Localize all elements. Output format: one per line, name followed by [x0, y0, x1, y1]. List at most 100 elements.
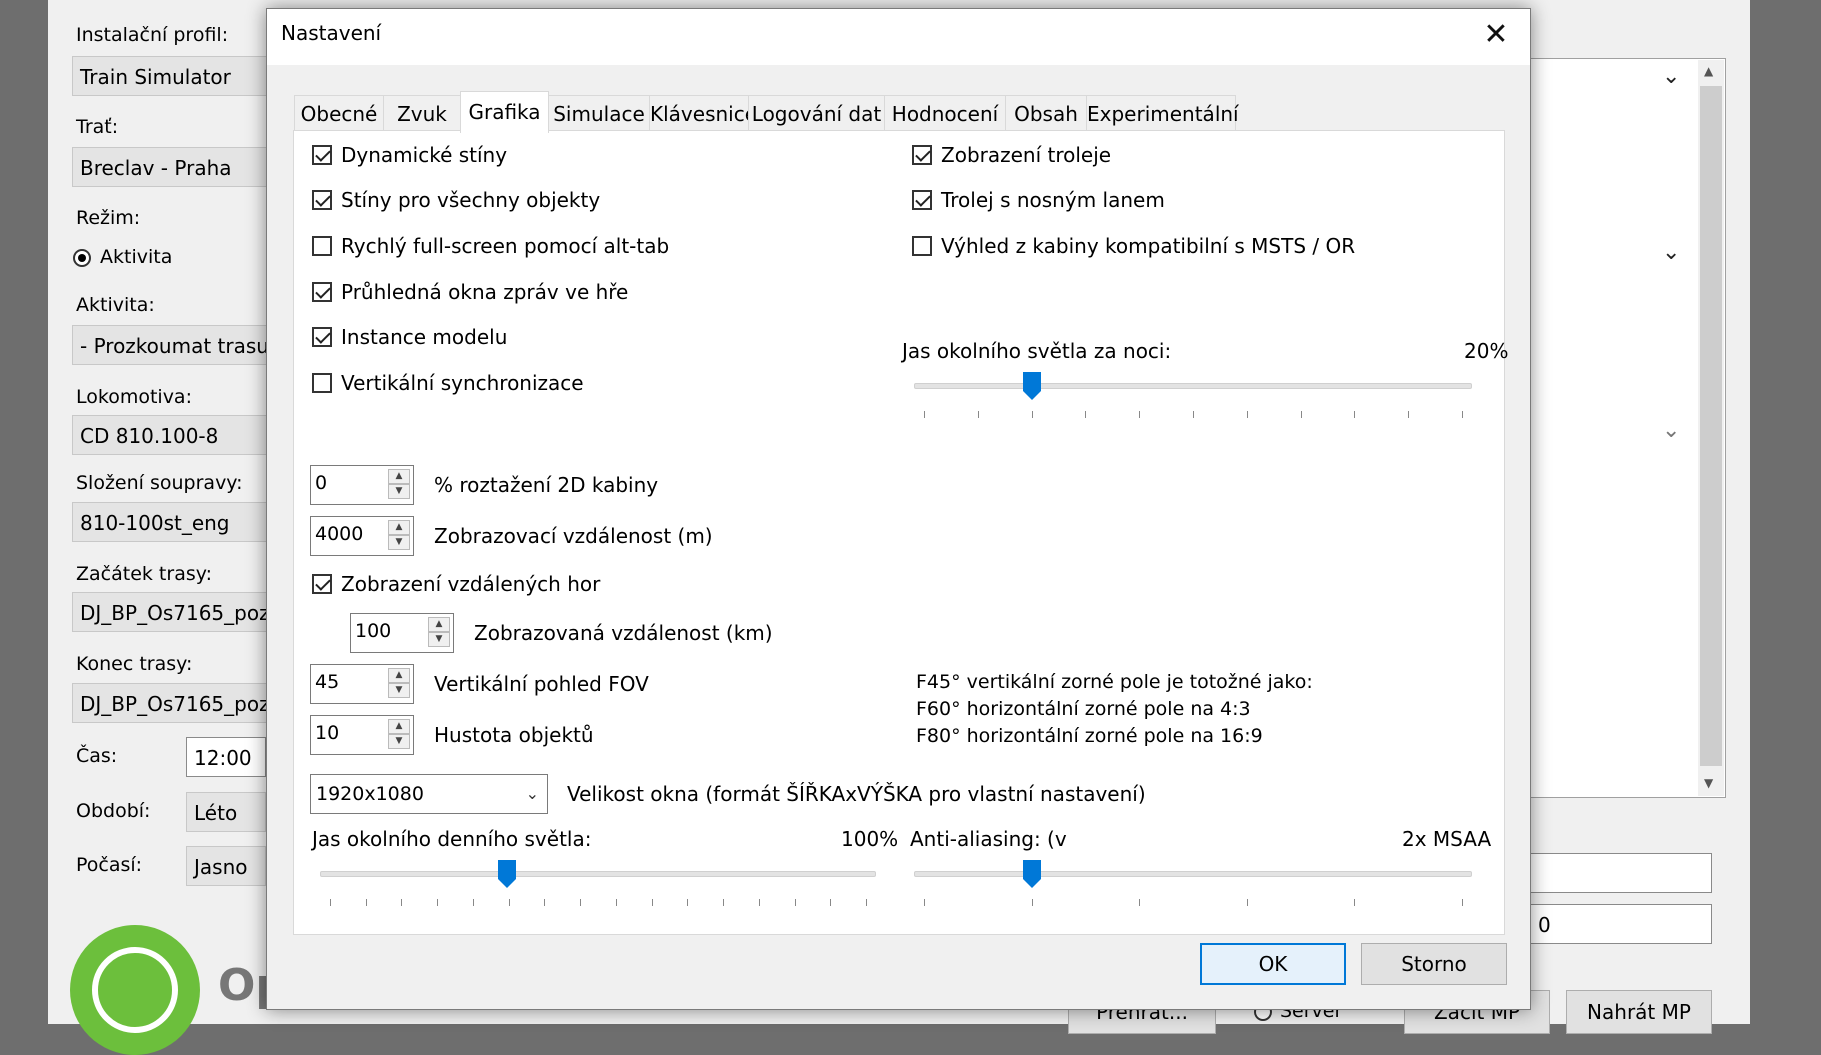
consist-select[interactable]: 810-100st_eng — [72, 502, 272, 542]
day-light-value: 100% — [841, 827, 899, 851]
weather-select[interactable]: Jasno — [186, 846, 266, 886]
spinner-value: 0 — [315, 472, 328, 494]
slider-track[interactable] — [914, 383, 1472, 389]
checkbox-box[interactable] — [912, 145, 932, 165]
activity-radio[interactable] — [73, 249, 91, 267]
ok-button[interactable]: OK — [1200, 943, 1346, 985]
checkbox-box[interactable] — [312, 282, 332, 302]
spin-down-icon[interactable]: ▼ — [388, 484, 410, 499]
spin-down-icon[interactable]: ▼ — [388, 535, 410, 550]
slider-tick — [794, 899, 796, 906]
cab-stretch-label: % roztažení 2D kabiny — [434, 473, 659, 497]
checkbox-box[interactable] — [912, 190, 932, 210]
chevron-down-icon[interactable]: ⌄ — [526, 775, 539, 813]
dynamic-shadows-checkbox[interactable]: Dynamické stíny — [312, 143, 507, 167]
checkbox-box[interactable] — [312, 327, 332, 347]
spin-down-icon[interactable]: ▼ — [388, 683, 410, 698]
season-select[interactable]: Léto — [186, 792, 266, 832]
mountain-distance-spinner[interactable]: 100 ▲ ▼ — [350, 613, 454, 653]
slider-tick — [1139, 899, 1141, 906]
double-wire-checkbox[interactable]: Trolej s nosným lanem — [912, 188, 1165, 212]
shadow-all-shapes-checkbox[interactable]: Stíny pro všechny objekty — [312, 188, 600, 212]
tab-general[interactable]: Obecné — [294, 95, 384, 131]
slider-tick — [924, 411, 925, 418]
multiplayer-field-1[interactable] — [1530, 853, 1712, 893]
checkbox-box[interactable] — [312, 373, 332, 393]
msts-cab-view-checkbox[interactable]: Výhled z kabiny kompatibilní s MSTS / OR — [912, 234, 1355, 258]
profile-select[interactable]: Train Simulator — [72, 56, 272, 96]
slider-tick — [330, 899, 331, 906]
cancel-button[interactable]: Storno — [1361, 943, 1507, 985]
checkbox-box[interactable] — [312, 574, 332, 594]
locomotive-label: Lokomotiva: — [76, 386, 192, 408]
tab-sound[interactable]: Zvuk — [383, 95, 461, 131]
close-icon[interactable]: ✕ — [1476, 15, 1516, 55]
chevron-down-icon[interactable]: ⌄ — [1662, 418, 1680, 443]
slider-tick — [365, 899, 367, 906]
tab-keyboard[interactable]: Klávesnice — [649, 95, 757, 131]
load-mp-button[interactable]: Nahrát MP — [1566, 990, 1712, 1034]
night-light-slider[interactable] — [914, 371, 1472, 431]
spin-up-icon[interactable]: ▲ — [388, 469, 410, 484]
time-input[interactable]: 12:00 — [186, 737, 266, 777]
season-label: Období: — [76, 800, 151, 822]
transparent-windows-checkbox[interactable]: Průhledná okna zpráv ve hře — [312, 280, 628, 304]
scroll-down-icon[interactable]: ▼ — [1704, 776, 1713, 790]
tab-evaluation[interactable]: Hodnocení — [884, 95, 1006, 131]
checkbox-box[interactable] — [912, 236, 932, 256]
checkbox-box[interactable] — [312, 236, 332, 256]
scroll-thumb[interactable] — [1700, 86, 1722, 766]
window-size-combobox[interactable]: 1920x1080 ⌄ — [310, 774, 548, 814]
spin-up-icon[interactable]: ▲ — [388, 668, 410, 683]
route-label: Trať: — [76, 116, 119, 138]
slider-thumb[interactable] — [1022, 859, 1042, 889]
path-start-select[interactable]: DJ_BP_Os7165_pozice — [72, 592, 272, 632]
model-instancing-checkbox[interactable]: Instance modelu — [312, 325, 507, 349]
vsync-checkbox[interactable]: Vertikální synchronizace — [312, 371, 584, 395]
checkbox-label: Výhled z kabiny kompatibilní s MSTS / OR — [941, 234, 1356, 258]
slider-tick — [1246, 899, 1248, 906]
path-end-select[interactable]: DJ_BP_Os7165_pozice — [72, 683, 272, 723]
checkbox-label: Stíny pro všechny objekty — [341, 188, 601, 212]
activity-select[interactable]: - Prozkoumat trasu - — [72, 325, 272, 365]
tab-content[interactable]: Obsah — [1005, 95, 1087, 131]
window-size-label: Velikost okna (formát ŠÍŘKAxVÝŠKA pro vl… — [567, 782, 1146, 806]
view-distance-spinner[interactable]: 4000 ▲ ▼ — [310, 516, 414, 556]
spin-up-icon[interactable]: ▲ — [388, 719, 410, 734]
scrollbar[interactable]: ▲ ▼ — [1698, 60, 1724, 796]
night-light-value: 20% — [1464, 339, 1509, 363]
chevron-down-icon[interactable]: ⌄ — [1662, 240, 1680, 265]
locomotive-select[interactable]: CD 810.100-8 — [72, 415, 272, 455]
checkbox-box[interactable] — [312, 190, 332, 210]
multiplayer-field-2[interactable]: 0 — [1530, 904, 1712, 944]
cab-stretch-spinner[interactable]: 0 ▲ ▼ — [310, 465, 414, 505]
tab-data-logging[interactable]: Logování dat — [748, 95, 885, 131]
spin-down-icon[interactable]: ▼ — [428, 632, 450, 647]
tab-graphics[interactable]: Grafika — [460, 91, 549, 133]
chevron-down-icon[interactable]: ⌄ — [1662, 64, 1680, 89]
tab-simulation[interactable]: Simulace — [548, 95, 650, 131]
route-select[interactable]: Breclav - Praha — [72, 147, 272, 187]
fov-spinner[interactable]: 45 ▲ ▼ — [310, 664, 414, 704]
anti-aliasing-slider[interactable] — [914, 859, 1472, 919]
tab-experimental[interactable]: Experimentální — [1086, 95, 1239, 131]
checkbox-box[interactable] — [312, 145, 332, 165]
slider-thumb[interactable] — [1022, 371, 1042, 401]
right-list-panel[interactable] — [1530, 58, 1726, 798]
fast-fullscreen-checkbox[interactable]: Rychlý full-screen pomocí alt-tab — [312, 234, 669, 258]
lod-spinner[interactable]: 10 ▲ ▼ — [310, 715, 414, 755]
day-light-slider[interactable] — [320, 859, 876, 919]
spin-down-icon[interactable]: ▼ — [388, 734, 410, 749]
spin-up-icon[interactable]: ▲ — [428, 617, 450, 632]
slider-tick — [723, 899, 725, 906]
distant-mountains-checkbox[interactable]: Zobrazení vzdálených hor — [312, 572, 600, 596]
slider-ticks — [320, 899, 876, 907]
show-overhead-wire-checkbox[interactable]: Zobrazení troleje — [912, 143, 1111, 167]
slider-track[interactable] — [914, 871, 1472, 877]
time-label: Čas: — [76, 745, 118, 767]
slider-tick — [1462, 899, 1463, 906]
spin-up-icon[interactable]: ▲ — [388, 520, 410, 535]
slider-track[interactable] — [320, 871, 876, 877]
scroll-up-icon[interactable]: ▲ — [1704, 64, 1713, 78]
slider-thumb[interactable] — [497, 859, 517, 889]
